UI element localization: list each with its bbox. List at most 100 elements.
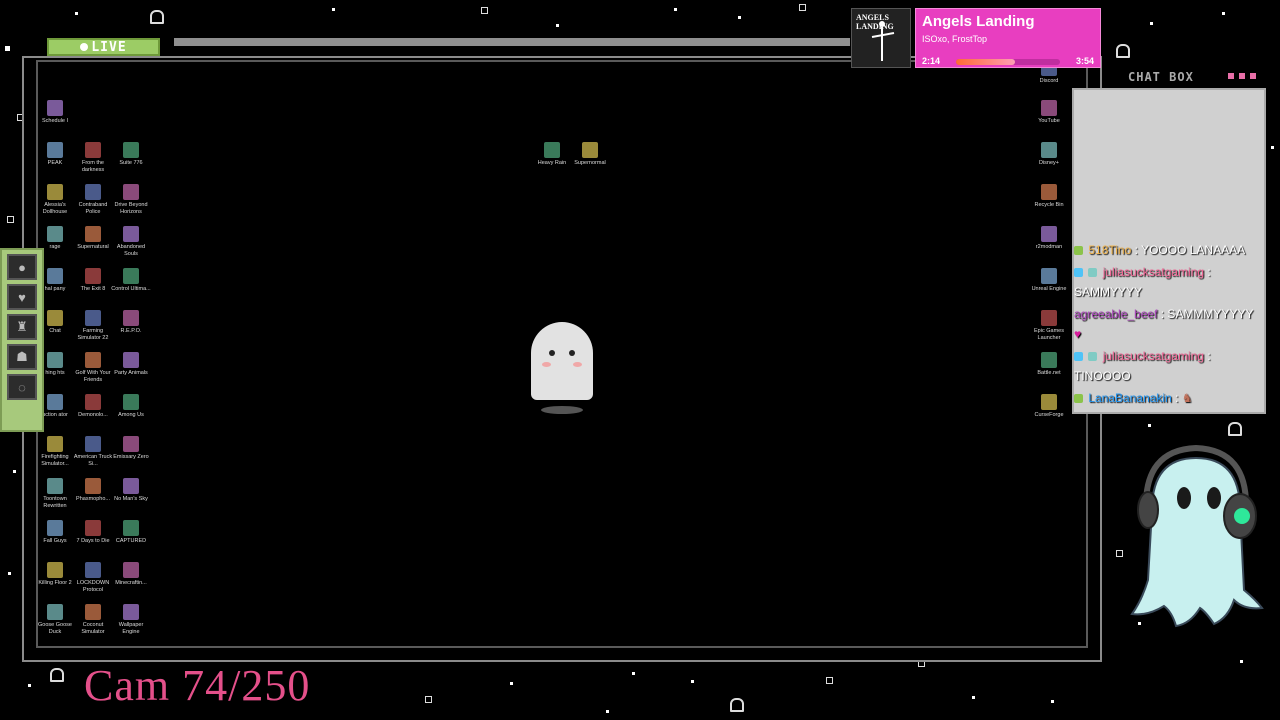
desktop-shortcut[interactable]: No Man's Sky — [111, 478, 151, 503]
desktop-shortcut[interactable]: Wallpaper Engine — [111, 604, 151, 636]
desktop-shortcut[interactable]: Supernormal — [570, 142, 610, 167]
ghost-sprite-icon — [50, 668, 64, 682]
desktop-shortcut[interactable]: Heavy Rain — [532, 142, 572, 167]
desktop-shortcut[interactable]: Coconut Simulator — [73, 604, 113, 636]
desktop-shortcut[interactable]: Battle.net — [1029, 352, 1069, 377]
window-dot — [1228, 73, 1234, 79]
desktop-shortcut-label: Disney+ — [1038, 160, 1060, 166]
desktop-shortcut-label: Demonolo... — [78, 412, 108, 418]
song-progress-bar — [956, 59, 1060, 65]
ghost-headphones-mascot-icon — [1130, 444, 1264, 628]
badge-icon — [1074, 352, 1083, 362]
star — [556, 24, 559, 27]
desktop-shortcut-label: Control Ultima... — [111, 286, 151, 292]
app-icon — [123, 310, 139, 326]
desktop-shortcut[interactable]: CAPTURED — [111, 520, 151, 545]
chat-username[interactable]: juliasucksatgaming — [1103, 265, 1204, 279]
app-icon — [85, 394, 101, 410]
desktop-shortcut[interactable]: From the darkness — [73, 142, 113, 174]
desktop-shortcut[interactable]: YouTube — [1029, 100, 1069, 125]
chat-text: : SAMMMYYYYY — [1160, 307, 1254, 321]
desktop-shortcut-label: Toontown Rewritten — [43, 496, 67, 509]
coin-icon: ● — [7, 254, 37, 280]
desktop-shortcut[interactable]: Golf With Your Friends — [73, 352, 113, 384]
desktop-shortcut[interactable]: Epic Games Launcher — [1029, 310, 1069, 342]
desktop-shortcut[interactable]: Killing Floor 2 — [35, 562, 75, 587]
app-icon — [1041, 184, 1057, 200]
desktop-shortcut[interactable]: American Truck Si... — [73, 436, 113, 468]
chat-message: 518Tino : YOOOO LANAAAA — [1074, 240, 1264, 260]
desktop-shortcut[interactable]: Emissary Zero — [111, 436, 151, 461]
desktop-shortcut[interactable]: Drive Beyond Horizons — [111, 184, 151, 216]
desktop-shortcut[interactable]: Alessia's Dollhouse — [35, 184, 75, 216]
chat-messages: 518Tino : YOOOO LANAAAA juliasucksatgami… — [1074, 240, 1264, 410]
app-icon — [47, 310, 63, 326]
desktop-shortcut[interactable]: Control Ultima... — [111, 268, 151, 293]
chat-username[interactable]: LanaBananakin — [1088, 391, 1171, 405]
desktop-shortcut[interactable]: Firefighting Simulator... — [35, 436, 75, 468]
star — [691, 680, 694, 683]
desktop-shortcut[interactable]: Disney+ — [1029, 142, 1069, 167]
desktop-shortcut[interactable]: Phasmopho... — [73, 478, 113, 503]
desktop-shortcut-label: Party Animals — [114, 370, 148, 376]
desktop-shortcut[interactable]: Schedule I — [35, 100, 75, 125]
desktop-shortcut[interactable]: r2modman — [1029, 226, 1069, 251]
desktop-shortcut[interactable]: Recycle Bin — [1029, 184, 1069, 209]
app-icon — [582, 142, 598, 158]
desktop-shortcut[interactable]: Party Animals — [111, 352, 151, 377]
desktop-shortcut[interactable]: Farming Simulator 22 — [73, 310, 113, 342]
star — [28, 684, 31, 687]
desktop-shortcut[interactable]: R.E.P.O. — [111, 310, 151, 335]
desktop-shortcut-label: Battle.net — [1037, 370, 1061, 376]
desktop-shortcut[interactable]: PEAK — [35, 142, 75, 167]
desktop-shortcut[interactable]: Minecraftin... — [111, 562, 151, 587]
chat-username[interactable]: juliasucksatgaming — [1103, 349, 1204, 363]
desktop-shortcut[interactable]: The Exit 8 — [73, 268, 113, 293]
desktop-shortcut[interactable]: LOCKDOWN Protocol — [73, 562, 113, 594]
star — [5, 46, 10, 51]
desktop-shortcut[interactable]: Toontown Rewritten — [35, 478, 75, 510]
ghost-sprite-icon — [1228, 422, 1242, 436]
desktop-shortcut-label: Epic Games Launcher — [1034, 328, 1064, 341]
desktop-shortcut[interactable]: Suite 776 — [111, 142, 151, 167]
desktop-shortcut-label: Fall Guys — [43, 538, 67, 544]
chat-username[interactable]: agreeable_beef — [1074, 307, 1157, 321]
desktop-shortcut-label: American Truck Si... — [73, 454, 113, 467]
app-icon — [123, 436, 139, 452]
desktop-shortcut[interactable]: Demonolo... — [73, 394, 113, 419]
desktop-shortcut[interactable]: 7 Days to Die — [73, 520, 113, 545]
star — [13, 470, 16, 473]
star — [972, 696, 975, 699]
desktop-shortcut[interactable]: Fall Guys — [35, 520, 75, 545]
chat-text: SAMMYYYY — [1074, 285, 1143, 299]
desktop-shortcut-label: 7 Days to Die — [76, 538, 110, 544]
desktop-shortcut-label: Firefighting Simulator... — [41, 454, 69, 467]
desktop-shortcut-label: Wallpaper Engine — [118, 622, 144, 635]
app-icon — [47, 226, 63, 242]
chat-message: juliasucksatgaming : SAMMYYYY — [1074, 262, 1264, 302]
desktop-shortcut-label: Unreal Engine — [1031, 286, 1067, 292]
trophy-icon: ♜ — [7, 314, 37, 340]
chat-title: CHAT BOX — [1128, 70, 1194, 84]
time-elapsed: 2:14 — [922, 56, 941, 66]
desktop-shortcut[interactable]: Contraband Police — [73, 184, 113, 216]
desktop-shortcut[interactable]: Among Us — [111, 394, 151, 419]
app-icon — [123, 268, 139, 284]
desktop-shortcut[interactable]: CurseForge — [1029, 394, 1069, 419]
desktop-shortcut-label: r2modman — [1035, 244, 1063, 250]
chat-window-controls — [1228, 73, 1256, 79]
star — [1116, 550, 1123, 557]
desktop-shortcut[interactable]: Goose Goose Duck — [35, 604, 75, 636]
desktop-shortcut[interactable]: Unreal Engine — [1029, 268, 1069, 293]
desktop-shortcut[interactable]: Abandoned Souls — [111, 226, 151, 258]
app-icon — [123, 604, 139, 620]
app-icon — [47, 394, 63, 410]
desktop-shortcut[interactable]: Supernatural — [73, 226, 113, 251]
side-widget: ● ♥ ♜ ☗ ◌ — [0, 248, 44, 432]
app-icon — [123, 142, 139, 158]
app-icon — [85, 268, 101, 284]
app-icon — [47, 100, 63, 116]
chat-message: juliasucksatgaming : TINOOOO — [1074, 346, 1264, 386]
chat-username[interactable]: 518Tino — [1088, 243, 1131, 257]
chat-text: : — [1207, 349, 1211, 363]
